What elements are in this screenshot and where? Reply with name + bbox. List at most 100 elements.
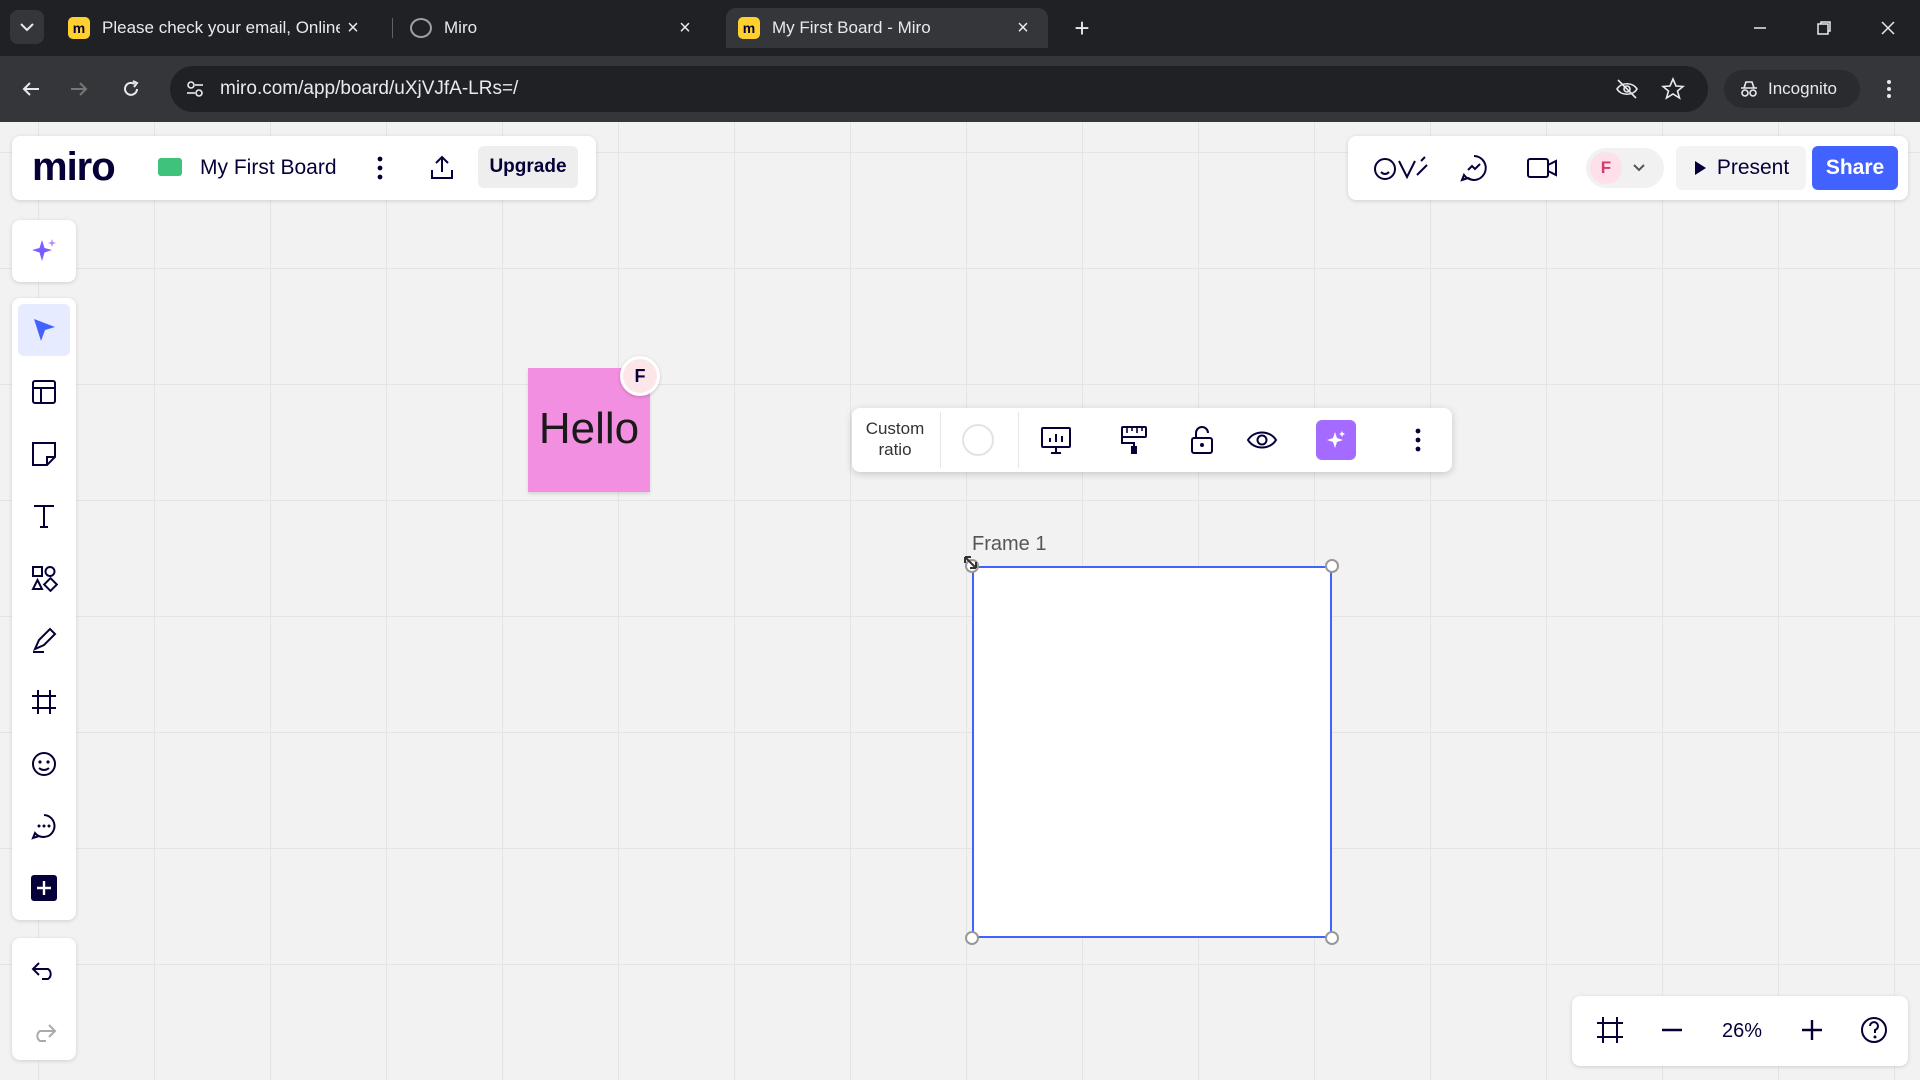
close-icon[interactable]: ×	[672, 17, 698, 40]
reactions-icon[interactable]	[1370, 148, 1434, 188]
frame-title[interactable]: Frame 1	[972, 532, 1046, 556]
board-name[interactable]: My First Board	[200, 155, 337, 181]
divider	[940, 412, 941, 468]
pen-icon	[33, 627, 57, 653]
template-icon	[32, 380, 56, 404]
undo-icon	[31, 962, 52, 980]
zoom-out-button[interactable]	[1652, 1010, 1692, 1050]
author-avatar: F	[620, 356, 660, 396]
restore-icon	[1817, 21, 1831, 35]
present-button[interactable]: Present	[1676, 146, 1806, 190]
comment-tool[interactable]	[18, 800, 70, 852]
comment-icon	[31, 814, 56, 840]
export-button[interactable]	[422, 148, 462, 188]
ratio-label-line1: Custom	[865, 419, 925, 438]
miro-logo[interactable]: miro	[32, 142, 116, 192]
more-vertical-icon	[1887, 80, 1891, 98]
close-icon[interactable]: ×	[340, 17, 366, 40]
help-button[interactable]	[1854, 1010, 1894, 1050]
incognito-icon	[1741, 81, 1757, 97]
more-tools-button[interactable]	[18, 862, 70, 914]
upgrade-button[interactable]: Upgrade	[478, 146, 578, 188]
resize-handle-bottom-right[interactable]	[1325, 931, 1339, 945]
ratio-label-line2: ratio	[878, 440, 912, 459]
stickers-tool[interactable]	[18, 738, 70, 790]
tab-my-first-board[interactable]: m My First Board - Miro ×	[726, 8, 1048, 48]
minimize-button[interactable]	[1738, 10, 1782, 46]
tab-title: Please check your email, Online	[102, 18, 340, 37]
sticky-note-tool[interactable]	[18, 428, 70, 480]
tab-separator	[392, 18, 393, 38]
visibility-button[interactable]	[1242, 420, 1282, 460]
frame-tool[interactable]	[18, 676, 70, 728]
select-tool[interactable]	[18, 304, 70, 356]
site-info-icon[interactable]	[182, 76, 208, 102]
frame-format-button[interactable]	[1114, 420, 1154, 460]
text-icon	[34, 505, 54, 528]
share-button[interactable]: Share	[1812, 146, 1898, 190]
eye-off-icon[interactable]	[1612, 74, 1642, 104]
board-icon	[158, 158, 182, 176]
new-tab-button[interactable]: +	[1066, 12, 1098, 44]
window-close-button[interactable]	[1866, 10, 1910, 46]
paint-roller-icon	[1121, 426, 1147, 454]
miro-icon: m	[738, 17, 760, 39]
aspect-ratio-dropdown[interactable]: Custom ratio	[854, 418, 936, 462]
chat-icon[interactable]	[1452, 148, 1496, 188]
upload-icon	[431, 155, 453, 179]
video-icon[interactable]	[1520, 148, 1564, 188]
fill-color-picker[interactable]	[962, 424, 994, 456]
zoom-in-button[interactable]	[1792, 1010, 1832, 1050]
eye-icon	[1246, 431, 1278, 449]
ai-assist-button[interactable]	[12, 220, 76, 282]
zoom-level[interactable]: 26%	[1716, 1018, 1768, 1044]
star-icon[interactable]	[1658, 74, 1688, 104]
frame-icon	[1597, 1017, 1623, 1043]
resize-handle-bottom-left[interactable]	[965, 931, 979, 945]
shapes-tool[interactable]	[18, 552, 70, 604]
text-tool[interactable]	[18, 490, 70, 542]
close-icon	[1881, 21, 1895, 35]
tab-miro[interactable]: Miro ×	[398, 8, 710, 48]
arrow-right-icon	[71, 82, 88, 96]
chevron-down-icon	[20, 23, 34, 32]
incognito-label: Incognito	[1768, 79, 1837, 98]
avatar: F	[1590, 152, 1622, 184]
tab-search-button[interactable]	[10, 10, 44, 44]
templates-tool[interactable]	[18, 366, 70, 418]
tab-check-email[interactable]: m Please check your email, Online ×	[56, 8, 378, 48]
divider	[1018, 412, 1019, 468]
forward-button[interactable]	[62, 72, 96, 106]
pen-tool[interactable]	[18, 614, 70, 666]
sparkle-icon	[1327, 431, 1345, 448]
lock-button[interactable]	[1182, 420, 1222, 460]
reload-icon	[124, 80, 139, 96]
redo-button[interactable]	[18, 1006, 70, 1058]
minimize-icon	[1754, 27, 1766, 29]
board-canvas[interactable]	[0, 122, 1920, 1080]
undo-button[interactable]	[18, 944, 70, 996]
more-options-button[interactable]	[1398, 420, 1438, 460]
close-icon[interactable]: ×	[1010, 17, 1036, 40]
reload-button[interactable]	[114, 72, 148, 106]
board-menu-button[interactable]	[360, 148, 400, 188]
back-button[interactable]	[14, 72, 48, 106]
arrow-left-icon	[22, 82, 39, 96]
browser-menu-button[interactable]	[1874, 74, 1904, 104]
incognito-badge[interactable]: Incognito	[1724, 70, 1860, 108]
redo-icon	[36, 1024, 57, 1042]
ai-frame-button[interactable]	[1316, 420, 1356, 460]
restore-button[interactable]	[1802, 10, 1846, 46]
fit-to-screen-button[interactable]	[1590, 1010, 1630, 1050]
presentation-button[interactable]	[1036, 420, 1076, 460]
sticky-note-text[interactable]: Hello	[528, 402, 650, 456]
chevron-down-icon	[1633, 164, 1645, 172]
frame-icon	[32, 690, 56, 714]
resize-handle-top-right[interactable]	[1325, 559, 1339, 573]
more-vertical-icon	[1415, 428, 1421, 452]
frame[interactable]	[972, 566, 1332, 938]
url-text[interactable]: miro.com/app/board/uXjVJfA-LRs=/	[220, 76, 518, 102]
collaborators-button[interactable]: F	[1586, 148, 1664, 188]
globe-icon	[410, 18, 432, 38]
help-icon	[1861, 1017, 1887, 1043]
